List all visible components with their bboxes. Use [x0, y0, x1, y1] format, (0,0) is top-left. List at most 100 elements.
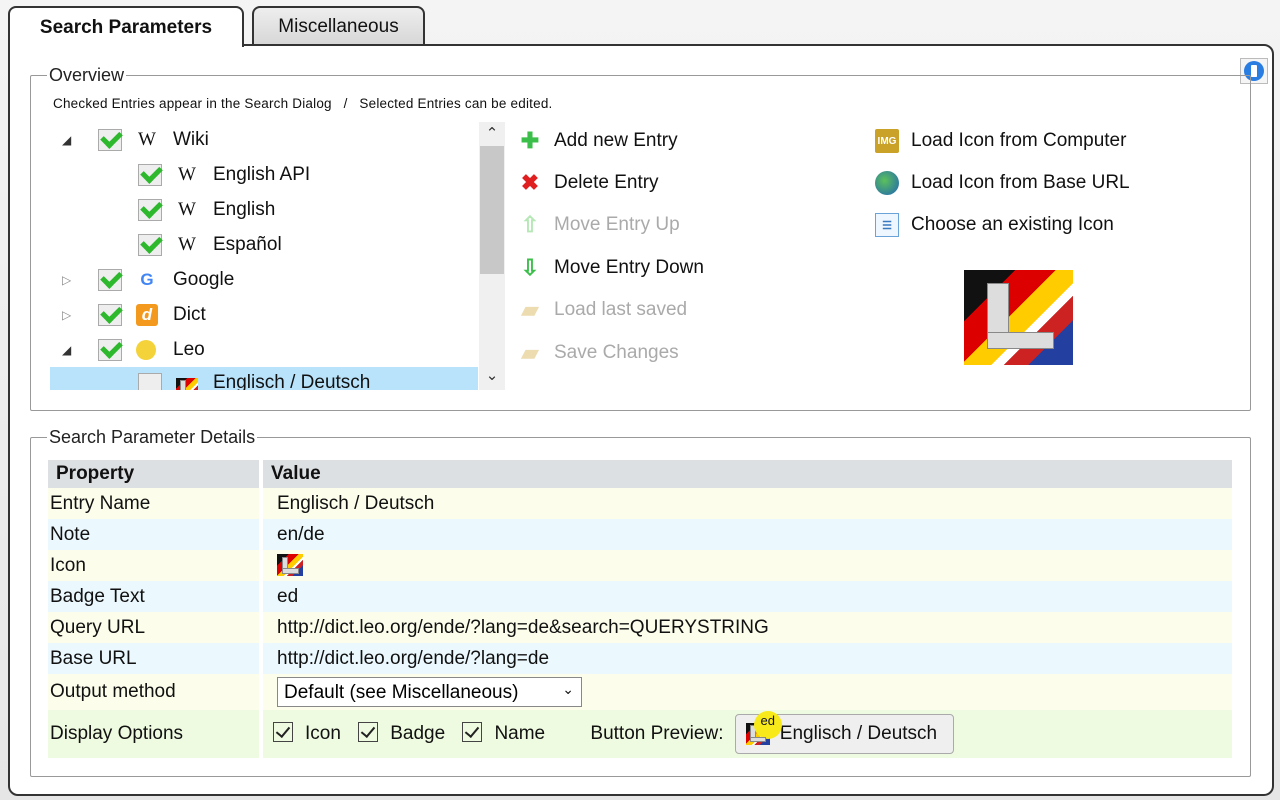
icon-option-label: Icon: [305, 723, 341, 745]
scroll-down-icon[interactable]: ⌄: [479, 366, 505, 384]
table-row: Icon: [48, 550, 1232, 581]
wikipedia-icon: W: [138, 128, 156, 150]
tree-item-espanol[interactable]: W Español: [50, 227, 478, 262]
leo-flag-icon: [176, 377, 198, 390]
tree-checkbox[interactable]: [138, 163, 162, 186]
tree-item-dict[interactable]: ▷ d Dict: [50, 297, 478, 332]
arrow-down-icon: ⇩: [520, 255, 540, 280]
action-label: Move Entry Up: [554, 214, 680, 235]
collapse-icon[interactable]: ◢: [62, 133, 71, 147]
tree-item-google[interactable]: ▷ G Google: [50, 262, 478, 297]
preview-badge: ed: [753, 711, 782, 739]
name-option-label: Name: [494, 723, 546, 745]
delete-entry-button[interactable]: ✖ Delete Entry: [518, 168, 659, 198]
details-legend: Search Parameter Details: [47, 427, 258, 448]
name-checkbox[interactable]: [462, 722, 483, 743]
property-label: Note: [48, 519, 263, 550]
arrow-up-icon: ⇧: [520, 212, 540, 237]
tree-item-label: Google: [173, 268, 235, 290]
tree-checkbox[interactable]: [98, 303, 122, 326]
property-label: Query URL: [48, 612, 263, 643]
action-label: Load last saved: [554, 299, 688, 320]
expand-icon[interactable]: ▷: [62, 273, 71, 287]
action-label: Choose an existing Icon: [911, 214, 1114, 235]
tree-item-label: Leo: [173, 338, 205, 360]
tree-checkbox[interactable]: [138, 373, 162, 390]
dict-icon: d: [136, 303, 158, 326]
icon-list-icon: ☰: [875, 213, 899, 237]
preview-text: Englisch / Deutsch: [779, 723, 938, 744]
icon-checkbox[interactable]: [273, 722, 293, 743]
add-entry-button[interactable]: ✚ Add new Entry: [518, 126, 678, 156]
table-row: Entry Name Englisch / Deutsch: [48, 488, 1232, 519]
tree-item-wiki[interactable]: ◢ W Wiki: [50, 122, 478, 157]
property-label: Entry Name: [48, 488, 263, 519]
action-label: Move Entry Down: [554, 257, 704, 278]
tree-item-english[interactable]: W English: [50, 192, 478, 227]
tree-item-label: Englisch / Deutsch: [213, 372, 371, 390]
tree-checkbox[interactable]: [138, 198, 162, 221]
move-down-button[interactable]: ⇩ Move Entry Down: [518, 253, 704, 283]
query-url-field[interactable]: http://dict.leo.org/ende/?lang=de&search…: [263, 612, 1232, 643]
base-url-field[interactable]: http://dict.leo.org/ende/?lang=de: [263, 643, 1232, 674]
collapse-icon[interactable]: ◢: [62, 343, 71, 357]
wikipedia-icon: W: [178, 233, 196, 255]
entry-icon[interactable]: [277, 554, 303, 577]
tree-item-leo[interactable]: ◢ Leo: [50, 332, 478, 367]
expand-icon[interactable]: ▷: [62, 308, 71, 322]
button-preview[interactable]: ed Englisch / Deutsch: [734, 711, 955, 754]
globe-icon: [875, 171, 899, 195]
table-row: Display Options Icon Badge Name Button P…: [48, 710, 1232, 758]
folder-save-icon: ▰: [521, 340, 539, 365]
tree-checkbox[interactable]: [98, 128, 122, 151]
value-header: Value: [263, 460, 1232, 488]
badge-checkbox[interactable]: [358, 722, 379, 743]
tree-item-english-api[interactable]: W English API: [50, 157, 478, 192]
overview-legend: Overview: [47, 65, 127, 86]
scrollbar-thumb[interactable]: [480, 146, 504, 274]
entry-icon-preview: [964, 270, 1073, 365]
chevron-down-icon: ⌄: [562, 681, 574, 697]
plus-icon: ✚: [520, 128, 540, 153]
folder-load-icon: ▰: [521, 297, 539, 322]
tree-checkbox[interactable]: [98, 338, 122, 361]
property-label: Display Options: [48, 710, 263, 758]
tree-item-englisch-deutsch[interactable]: Englisch / Deutsch: [50, 367, 478, 390]
move-up-button[interactable]: ⇧ Move Entry Up: [518, 210, 680, 240]
load-icon-computer-button[interactable]: IMG Load Icon from Computer: [875, 126, 1126, 156]
load-last-saved-button[interactable]: ▰ Load last saved: [518, 295, 688, 325]
scroll-up-icon[interactable]: ⌃: [479, 124, 505, 142]
button-preview-label: Button Preview:: [590, 723, 724, 745]
note-field[interactable]: en/de: [263, 519, 1232, 550]
save-changes-button[interactable]: ▰ Save Changes: [518, 338, 679, 368]
image-upload-icon: IMG: [875, 129, 899, 153]
tree-item-label: English API: [213, 163, 311, 185]
tree-item-label: Dict: [173, 303, 206, 325]
table-row: Query URL http://dict.leo.org/ende/?lang=…: [48, 612, 1232, 643]
action-label: Delete Entry: [554, 172, 659, 193]
badge-option-label: Badge: [390, 723, 446, 745]
leo-icon: [136, 339, 156, 360]
badge-text-field[interactable]: ed: [263, 581, 1232, 612]
details-table: Property Value Entry Name Englisch / Deuts…: [48, 460, 1232, 758]
load-icon-url-button[interactable]: Load Icon from Base URL: [875, 168, 1130, 198]
table-row: Base URL http://dict.leo.org/ende/?lang=d…: [48, 643, 1232, 674]
action-label: Add new Entry: [554, 130, 678, 151]
tab-search-parameters[interactable]: Search Parameters: [8, 6, 244, 47]
choose-icon-button[interactable]: ☰ Choose an existing Icon: [875, 210, 1114, 240]
entry-name-field[interactable]: Englisch / Deutsch: [263, 488, 1232, 519]
tree-checkbox[interactable]: [98, 268, 122, 291]
tree-checkbox[interactable]: [138, 233, 162, 256]
table-row: Note en/de: [48, 519, 1232, 550]
tree-item-label: Español: [213, 233, 282, 255]
property-header: Property: [48, 460, 263, 488]
tree-item-label: English: [213, 198, 276, 220]
table-row: Output method Default (see Miscellaneous)…: [48, 674, 1232, 710]
output-method-select[interactable]: Default (see Miscellaneous): [277, 677, 582, 707]
tab-miscellaneous[interactable]: Miscellaneous: [252, 6, 425, 46]
delete-icon: ✖: [520, 170, 540, 195]
property-label: Badge Text: [48, 581, 263, 612]
tree-item-label: Wiki: [173, 128, 209, 150]
entry-tree[interactable]: ◢ W Wiki W English API W English W Españ…: [50, 122, 506, 390]
table-row: Badge Text ed: [48, 581, 1232, 612]
